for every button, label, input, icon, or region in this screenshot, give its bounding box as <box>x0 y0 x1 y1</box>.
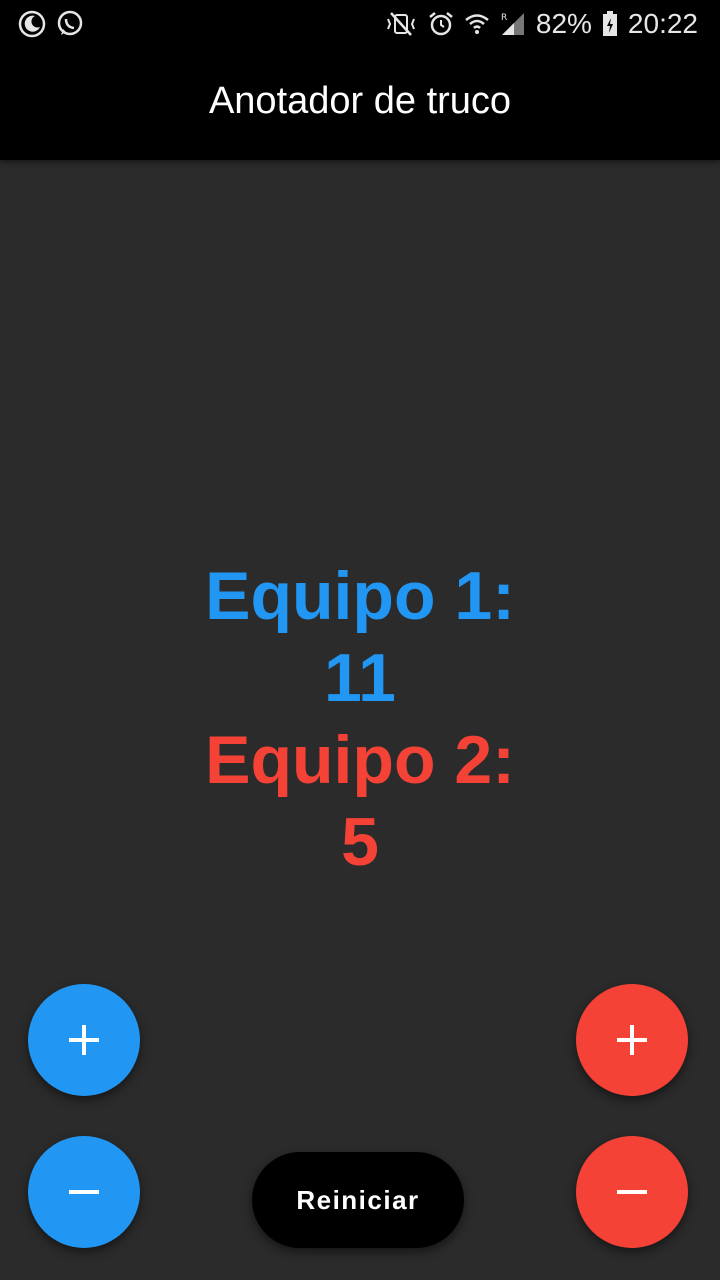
score-board: Equipo 1: 11 Equipo 2: 5 <box>0 555 720 883</box>
signal-icon: R <box>500 11 526 37</box>
status-left-icons <box>18 10 84 38</box>
moon-icon <box>18 10 46 38</box>
battery-percent: 82% <box>535 8 592 39</box>
mute-vibrate-icon <box>384 11 418 37</box>
app-bar: Anotador de truco <box>0 50 720 160</box>
app-screen: R 82% 20:22 Anotador de truco Equipo 1: … <box>0 0 720 1280</box>
team2-add-button[interactable] <box>576 984 688 1096</box>
app-title: Anotador de truco <box>208 80 512 122</box>
minus-icon <box>617 1177 647 1207</box>
minus-icon <box>69 1177 99 1207</box>
team2-label: Equipo 2: <box>205 722 515 798</box>
wifi-icon <box>464 11 490 37</box>
plus-icon <box>617 1025 647 1055</box>
team2-score: 5 <box>341 804 379 880</box>
plus-icon <box>69 1025 99 1055</box>
team1-label: Equipo 1: <box>205 558 515 634</box>
team1-add-button[interactable] <box>28 984 140 1096</box>
team1-subtract-button[interactable] <box>28 1136 140 1248</box>
svg-text:R: R <box>501 13 507 23</box>
status-right-icons: R 82% 20:22 <box>384 8 698 40</box>
team1-score: 11 <box>324 640 396 716</box>
team2-subtract-button[interactable] <box>576 1136 688 1248</box>
alarm-icon <box>428 11 454 37</box>
clock: 20:22 <box>627 8 698 39</box>
status-bar: R 82% 20:22 <box>0 0 720 50</box>
reset-button[interactable]: Reiniciar <box>252 1152 464 1248</box>
whatsapp-icon <box>56 10 84 38</box>
battery-icon <box>602 11 618 37</box>
